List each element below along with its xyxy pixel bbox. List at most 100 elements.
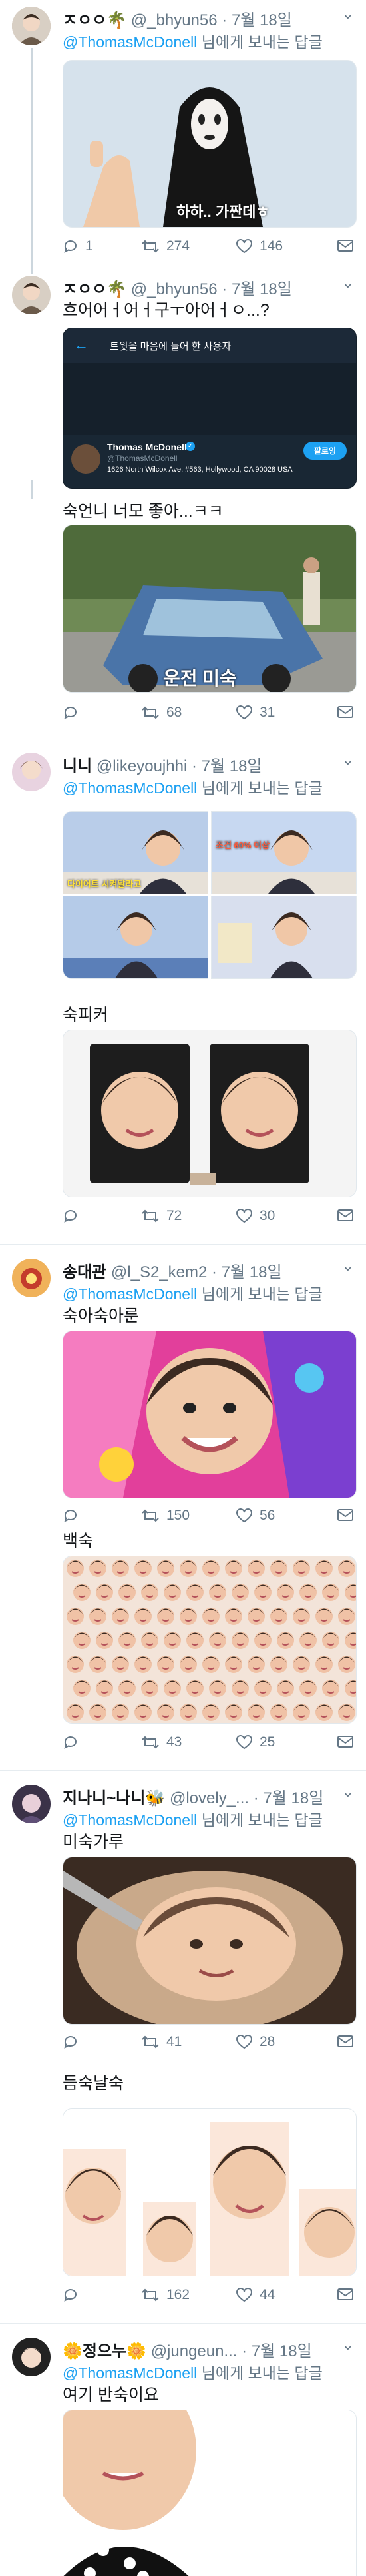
card-user-row[interactable]: Thomas McDonell ✓ @ThomasMcDonell 1626 N… <box>63 435 356 488</box>
thread-line <box>31 48 33 274</box>
heart-icon <box>236 705 252 720</box>
tweet-image[interactable] <box>63 1030 357 1197</box>
retweet-button[interactable]: 41 <box>141 2034 182 2050</box>
like-button[interactable]: 146 <box>236 238 283 254</box>
grid-image-3[interactable] <box>63 896 208 979</box>
avatar[interactable] <box>12 7 51 45</box>
share-button[interactable] <box>337 2287 354 2302</box>
tweet-7[interactable]: 백숙 43 25 <box>0 1525 366 1778</box>
tweet-10[interactable]: 🌼정으누🌼 @jungeun... · 7월 18일 ⌄ @ThomasMcDo… <box>0 2330 366 2576</box>
reply-mention[interactable]: @ThomasMcDonell <box>63 779 197 797</box>
tweet-6[interactable]: 송대관 @l_S2_kem2 · 7월 18일 ⌄ @ThomasMcDonel… <box>0 1251 366 1544</box>
chevron-down-icon[interactable]: ⌄ <box>342 2336 354 2354</box>
tweet-image[interactable] <box>63 1857 357 2025</box>
share-button[interactable] <box>337 705 354 719</box>
tweet-4[interactable]: 니니 @likeyoujhhi · 7월 18일 ⌄ @ThomasMcDone… <box>0 739 366 992</box>
display-name[interactable]: ㅈㅇㅇ🌴 <box>63 11 126 29</box>
tweet-date[interactable]: 7월 18일 <box>232 280 292 298</box>
handle[interactable]: @jungeun... <box>151 2342 238 2360</box>
tweet-9[interactable]: 듬숙날숙 162 44 <box>0 2065 366 2318</box>
reply-mention[interactable]: @ThomasMcDonell <box>63 1285 197 1303</box>
reply-icon <box>64 2036 77 2049</box>
display-name[interactable]: ㅈㅇㅇ🌴 <box>63 280 126 298</box>
avatar[interactable] <box>12 1785 51 1823</box>
share-button[interactable] <box>337 238 354 253</box>
retweet-button[interactable]: 43 <box>141 1734 182 1750</box>
avatar[interactable] <box>12 276 51 314</box>
handle[interactable]: @_bhyun56 <box>131 11 218 29</box>
avatar[interactable] <box>12 1259 51 1297</box>
tweet-date[interactable]: 7월 18일 <box>263 1789 323 1807</box>
reply-button[interactable] <box>63 2287 85 2303</box>
tweet-image[interactable] <box>63 2108 357 2276</box>
retweet-button[interactable]: 72 <box>141 1208 182 1224</box>
like-button[interactable]: 30 <box>236 1208 275 1224</box>
reply-mention[interactable]: @ThomasMcDonell <box>63 1811 197 1829</box>
tweet-image[interactable] <box>63 1556 357 1724</box>
like-button[interactable]: 28 <box>236 2034 275 2050</box>
mail-icon <box>337 1209 353 1221</box>
avatar[interactable] <box>12 2338 51 2376</box>
embedded-screenshot[interactable]: ← 트윗을 마음에 들어 한 사용자 Thomas McDonell ✓ @Th… <box>63 328 357 489</box>
tweet-image[interactable] <box>63 1331 357 1498</box>
reply-button[interactable] <box>63 2034 85 2050</box>
reply-button[interactable] <box>63 705 85 721</box>
tweet-image[interactable]: 운전 미숙 <box>63 525 357 693</box>
retweet-button[interactable]: 274 <box>141 238 190 254</box>
chevron-down-icon[interactable]: ⌄ <box>342 1783 354 1801</box>
share-button[interactable] <box>337 1508 354 1522</box>
back-arrow-icon[interactable]: ← <box>74 336 89 354</box>
display-name[interactable]: 니니 <box>63 757 92 775</box>
like-button[interactable]: 25 <box>236 1734 275 1750</box>
reply-button[interactable] <box>63 1734 85 1750</box>
grid-image-1[interactable]: 다이어트 시켜달라고 <box>63 811 208 894</box>
like-button[interactable]: 31 <box>236 705 275 721</box>
grid-image-2[interactable]: 조건 60% 이상 <box>211 811 357 894</box>
image-grid: 다이어트 시켜달라고 조건 60% 이상 <box>63 811 357 979</box>
handle[interactable]: @likeyoujhhi <box>96 757 187 775</box>
retweet-icon <box>142 2288 159 2302</box>
heart-icon <box>236 1209 252 1223</box>
tweet-1[interactable]: ㅈㅇㅇ🌴 @_bhyun56 · 7월 18일 ⌄ @ThomasMcDonel… <box>0 0 366 274</box>
reply-button[interactable] <box>63 1208 85 1224</box>
retweet-count: 43 <box>166 1734 182 1750</box>
tweet-3[interactable]: 숙언니 너모 좋아...ㅋㅋ 운전 미숙 68 31 <box>0 480 366 746</box>
share-button[interactable] <box>337 1208 354 1223</box>
handle[interactable]: @l_S2_kem2 <box>111 1263 207 1281</box>
chevron-down-icon[interactable]: ⌄ <box>342 1257 354 1275</box>
tweet-8[interactable]: 지나니~나니🐝 @lovely_... · 7월 18일 ⌄ @ThomasMc… <box>0 1777 366 2070</box>
reply-mention[interactable]: @ThomasMcDonell <box>63 2364 197 2382</box>
avatar[interactable] <box>12 753 51 791</box>
tweet-date[interactable]: 7월 18일 <box>202 757 262 775</box>
tweet-text: 숙피커 <box>63 1006 109 1024</box>
tweet-2[interactable]: ㅈㅇㅇ🌴 @_bhyun56 · 7월 18일 ⌄ 흐어어ㅓ어ㅓ구ㅜ아어ㅓㅇ..… <box>0 266 366 493</box>
tweet-date[interactable]: 7월 18일 <box>222 1263 282 1281</box>
handle[interactable]: @lovely_... <box>170 1789 249 1807</box>
share-button[interactable] <box>337 1734 354 1749</box>
handle[interactable]: @_bhyun56 <box>131 280 218 298</box>
retweet-button[interactable]: 162 <box>141 2287 190 2303</box>
display-name[interactable]: 송대관 <box>63 1263 106 1281</box>
tweet-5[interactable]: 숙피커 72 30 <box>0 999 366 1252</box>
following-button[interactable]: 팔로잉 <box>303 442 347 460</box>
tweet-date[interactable]: 7월 18일 <box>232 11 292 29</box>
chevron-down-icon[interactable]: ⌄ <box>342 5 354 23</box>
reply-mention[interactable]: @ThomasMcDonell <box>63 33 197 51</box>
reply-button[interactable] <box>63 1508 79 1524</box>
share-button[interactable] <box>337 2034 354 2049</box>
tweet-image[interactable]: 하하.. 가짠데ㅎ <box>63 60 357 228</box>
grid-image-4[interactable] <box>211 896 357 979</box>
retweet-button[interactable]: 68 <box>141 705 182 721</box>
display-name[interactable]: 🌼정으누🌼 <box>63 2342 146 2360</box>
retweet-count: 150 <box>166 1508 190 1523</box>
like-button[interactable]: 56 <box>236 1508 275 1524</box>
reply-button[interactable]: 1 <box>63 238 93 254</box>
retweet-button[interactable]: 150 <box>141 1508 190 1524</box>
tweet-date[interactable]: 7월 18일 <box>252 2342 312 2360</box>
display-name[interactable]: 지나니~나니🐝 <box>63 1789 165 1807</box>
chevron-down-icon[interactable]: ⌄ <box>342 751 354 769</box>
image-caption: 조건 60% 이상 <box>216 840 270 850</box>
like-button[interactable]: 44 <box>236 2287 275 2303</box>
tweet-image[interactable] <box>63 2410 357 2576</box>
chevron-down-icon[interactable]: ⌄ <box>342 274 354 292</box>
